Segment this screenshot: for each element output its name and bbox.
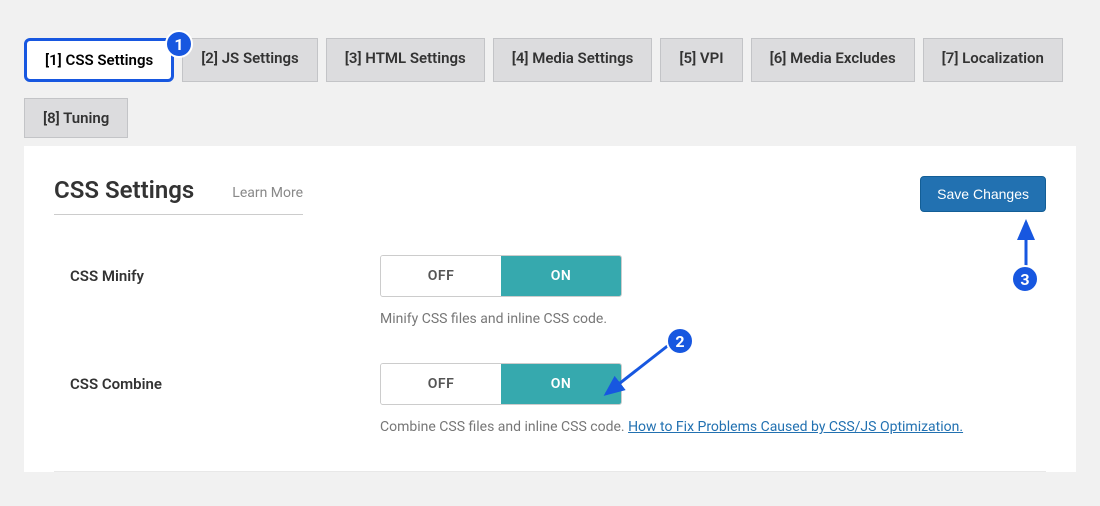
css-combine-toggle: OFF ON [380,363,622,405]
css-combine-desc: Combine CSS files and inline CSS code. H… [380,419,1030,435]
css-combine-off[interactable]: OFF [381,364,501,404]
tab-js-settings[interactable]: [2] JS Settings [182,38,318,82]
tab-css-settings[interactable]: [1] CSS Settings [24,38,174,82]
css-minify-on[interactable]: ON [501,256,621,296]
tab-tuning[interactable]: [8] Tuning [24,98,128,138]
annotation-arrow-3 [1016,216,1036,272]
annotation-badge-2: 2 [666,327,694,355]
tab-html-settings[interactable]: [3] HTML Settings [326,38,485,82]
save-changes-button[interactable]: Save Changes [920,176,1046,212]
tab-vpi[interactable]: [5] VPI [660,38,742,82]
css-combine-label: CSS Combine [70,363,360,393]
divider [54,471,1046,472]
css-combine-help-link[interactable]: How to Fix Problems Caused by CSS/JS Opt… [628,419,963,435]
annotation-badge-3: 3 [1011,265,1039,293]
css-minify-off[interactable]: OFF [381,256,501,296]
setting-css-combine: CSS Combine OFF ON Combine CSS files and… [54,363,1046,435]
css-minify-toggle: OFF ON [380,255,622,297]
learn-more-link[interactable]: Learn More [232,185,303,204]
css-minify-label: CSS Minify [70,255,360,285]
tab-media-excludes[interactable]: [6] Media Excludes [751,38,915,82]
tab-media-settings[interactable]: [4] Media Settings [493,38,653,82]
settings-panel: CSS Settings Learn More Save Changes CSS… [24,146,1076,472]
css-combine-desc-text: Combine CSS files and inline CSS code. [380,419,628,435]
annotation-badge-1: 1 [165,30,193,58]
tab-localization[interactable]: [7] Localization [923,38,1063,82]
setting-css-minify: CSS Minify OFF ON Minify CSS files and i… [54,255,1046,327]
page-title: CSS Settings [54,176,194,204]
css-minify-desc: Minify CSS files and inline CSS code. [380,311,1030,327]
